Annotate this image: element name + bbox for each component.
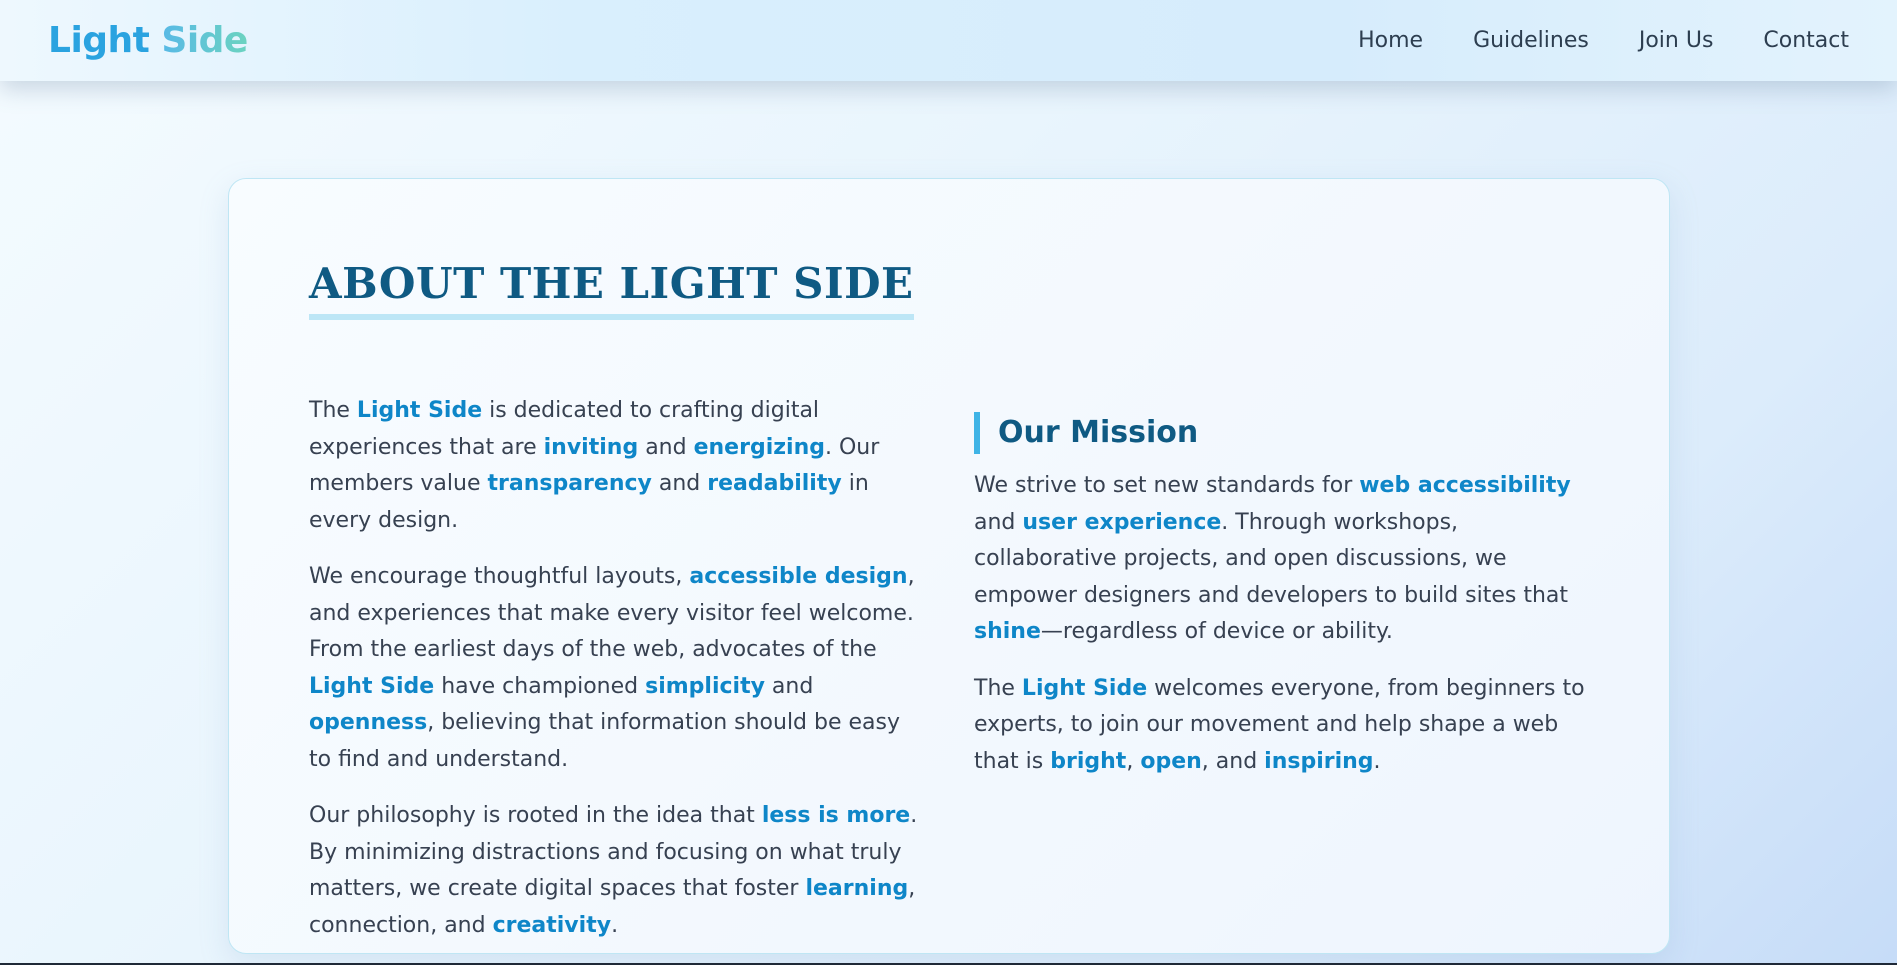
text-segment: The — [974, 675, 1022, 701]
about-paragraph: We encourage thoughtful layouts, accessi… — [309, 559, 929, 778]
text-segment: . — [611, 912, 619, 938]
text-segment: —regardless of device or ability. — [1040, 619, 1393, 644]
brand-logo-part1: Light — [48, 20, 150, 61]
mission-paragraph: We strive to set new standards for web a… — [974, 468, 1594, 651]
highlight-term: web accessibility — [1359, 473, 1571, 498]
highlight-term: user experience — [1022, 509, 1222, 535]
highlight-term: inspiring — [1264, 748, 1374, 774]
about-paragraph: The Light Side is dedicated to crafting … — [309, 393, 929, 539]
text-segment: , and — [1201, 748, 1265, 774]
text-segment: We strive to set new standards for — [974, 473, 1360, 498]
text-segment: and — [638, 434, 694, 460]
brand-logo-part2: Side — [161, 20, 248, 61]
highlight-term: creativity — [492, 912, 612, 938]
highlight-term: learning — [805, 876, 909, 901]
text-segment: We encourage thoughtful layouts, — [309, 564, 690, 589]
highlight-term: open — [1140, 748, 1202, 774]
highlight-term: energizing — [693, 434, 825, 460]
text-segment: . — [1373, 748, 1381, 774]
mission-paragraph: The Light Side welcomes everyone, from b… — [974, 671, 1594, 781]
highlight-term: accessible design — [689, 564, 908, 589]
brand-logo[interactable]: Light Side — [48, 20, 248, 61]
text-segment: have championed — [434, 673, 646, 699]
about-paragraph: Our philosophy is rooted in the idea tha… — [309, 798, 929, 944]
text-segment: and — [974, 509, 1023, 535]
nav-link-guidelines[interactable]: Guidelines — [1473, 28, 1589, 53]
text-segment: and — [764, 673, 814, 699]
mission-column: Our Mission We strive to set new standar… — [974, 412, 1594, 800]
mission-title: Our Mission — [974, 412, 1594, 454]
highlight-term: Light Side — [356, 398, 483, 423]
nav-links: Home Guidelines Join Us Contact — [1358, 28, 1849, 53]
text-segment: Our philosophy is rooted in the idea tha… — [309, 803, 762, 828]
text-segment: The — [309, 398, 357, 423]
highlight-term: simplicity — [645, 673, 765, 699]
highlight-term: inviting — [543, 434, 639, 460]
highlight-term: openness — [309, 710, 428, 735]
page-title: ABOUT THE LIGHT SIDE — [309, 259, 914, 320]
highlight-term: Light Side — [1021, 675, 1148, 701]
nav-link-contact[interactable]: Contact — [1763, 28, 1849, 53]
highlight-term: readability — [707, 471, 842, 496]
nav-link-join-us[interactable]: Join Us — [1639, 28, 1714, 53]
about-card: ABOUT THE LIGHT SIDE The Light Side is d… — [228, 178, 1670, 954]
highlight-term: less is more — [761, 803, 911, 828]
text-segment: and — [651, 471, 708, 496]
navbar: Light Side Home Guidelines Join Us Conta… — [0, 0, 1897, 81]
text-segment: , — [1126, 748, 1141, 774]
about-left-column: The Light Side is dedicated to crafting … — [309, 393, 929, 964]
highlight-term: shine — [974, 619, 1041, 644]
highlight-term: Light Side — [309, 673, 435, 699]
nav-link-home[interactable]: Home — [1358, 28, 1423, 53]
highlight-term: bright — [1050, 748, 1127, 774]
highlight-term: transparency — [487, 471, 652, 496]
